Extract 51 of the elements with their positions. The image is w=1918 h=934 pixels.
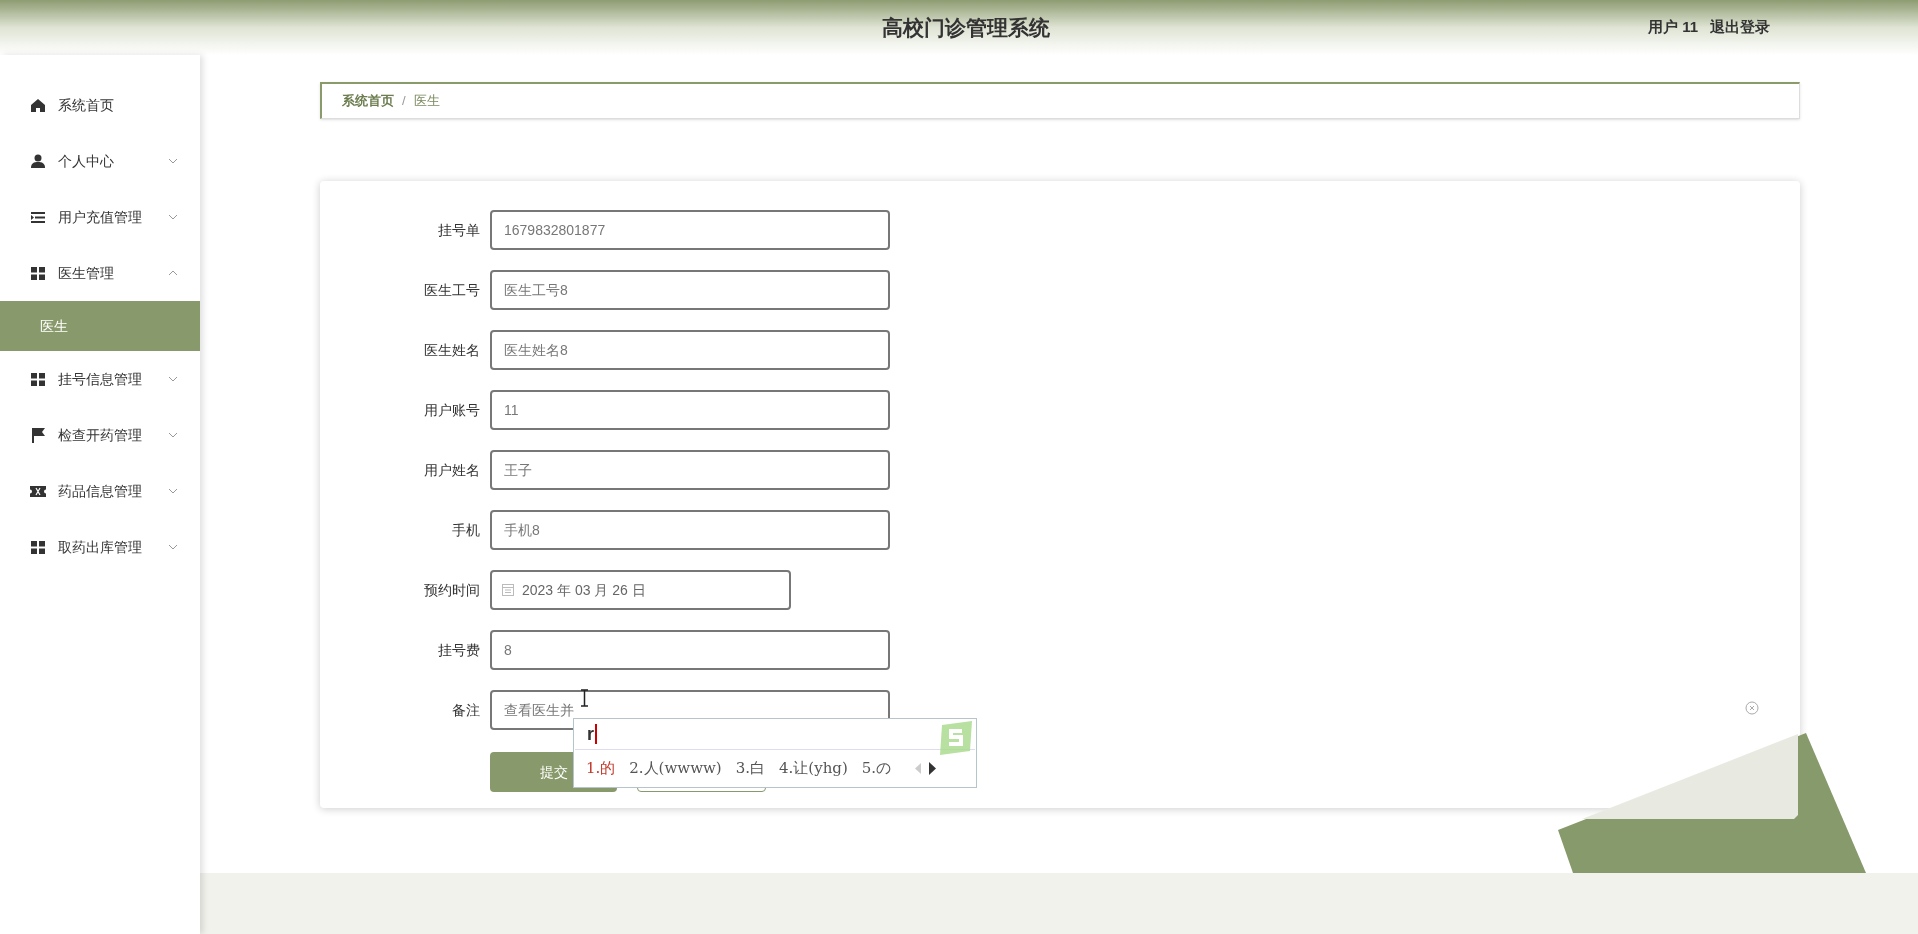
calendar-icon <box>502 584 514 596</box>
ime-candidate[interactable]: 1.的 <box>586 757 616 780</box>
field-label: 用户姓名 <box>423 461 481 480</box>
grid-icon <box>31 540 45 554</box>
sidebar-item[interactable]: 系统首页 <box>0 77 200 133</box>
grid-icon <box>31 372 45 386</box>
field-label: 备注 <box>451 701 481 720</box>
user-label: 用户 11 <box>1648 17 1699 38</box>
home-icon <box>31 98 45 112</box>
previous-page-icon[interactable] <box>915 763 921 774</box>
sidebar-item[interactable]: 检查开药管理 <box>0 407 200 463</box>
input-field[interactable]: 手机8 <box>490 510 890 550</box>
sidebar-item[interactable]: 取药出库管理 <box>0 519 200 575</box>
field-label: 挂号费 <box>437 641 481 660</box>
clear-icon[interactable] <box>1745 701 1759 715</box>
input-field[interactable]: 医生姓名8 <box>490 330 890 370</box>
ticket-icon <box>30 485 46 497</box>
ime-candidate[interactable]: 4.让(yhg) <box>779 757 848 780</box>
ime-candidate[interactable]: 5.の <box>861 757 892 780</box>
ime-candidate[interactable]: 2.人(wwww) <box>629 757 722 780</box>
input-field[interactable]: 医生工号8 <box>490 270 890 310</box>
app-title: 高校门诊管理系统 <box>881 14 1051 41</box>
logout-link[interactable]: 退出登录 <box>1710 16 1771 39</box>
input-field[interactable]: 1679832801877 <box>490 210 890 250</box>
field-label: 医生工号 <box>423 281 481 300</box>
flag-icon <box>31 427 45 443</box>
next-page-icon[interactable] <box>929 762 936 775</box>
input-field[interactable]: 11 <box>490 390 890 430</box>
field-label: 预约时间 <box>423 581 481 600</box>
sidebar-item[interactable]: 医生管理 <box>0 245 200 301</box>
list-icon <box>31 211 45 223</box>
breadcrumb-separator: / <box>402 92 406 111</box>
input-field[interactable]: 8 <box>490 630 890 670</box>
field-label: 挂号单 <box>437 221 481 240</box>
date-field[interactable]: 2023 年 03 月 26 日 <box>490 570 791 610</box>
ime-logo-icon <box>938 721 974 755</box>
ime-candidate[interactable]: 3.白 <box>735 757 765 780</box>
sidebar-item[interactable]: 用户充值管理 <box>0 189 200 245</box>
ime-input-text: r <box>587 724 597 744</box>
breadcrumb-link[interactable]: 系统首页 <box>342 91 394 111</box>
field-label: 医生姓名 <box>423 341 481 360</box>
breadcrumb-link[interactable]: 医生 <box>413 91 440 111</box>
input-field[interactable]: 王子 <box>490 450 890 490</box>
sidebar-item[interactable]: 个人中心 <box>0 133 200 189</box>
field-label: 手机 <box>451 521 481 540</box>
user-icon <box>31 154 45 168</box>
grid-icon <box>31 266 45 280</box>
sidebar-item[interactable]: 药品信息管理 <box>0 463 200 519</box>
field-label: 用户账号 <box>423 401 481 420</box>
text-cursor-icon <box>581 689 588 707</box>
sidebar-item[interactable]: 挂号信息管理 <box>0 351 200 407</box>
